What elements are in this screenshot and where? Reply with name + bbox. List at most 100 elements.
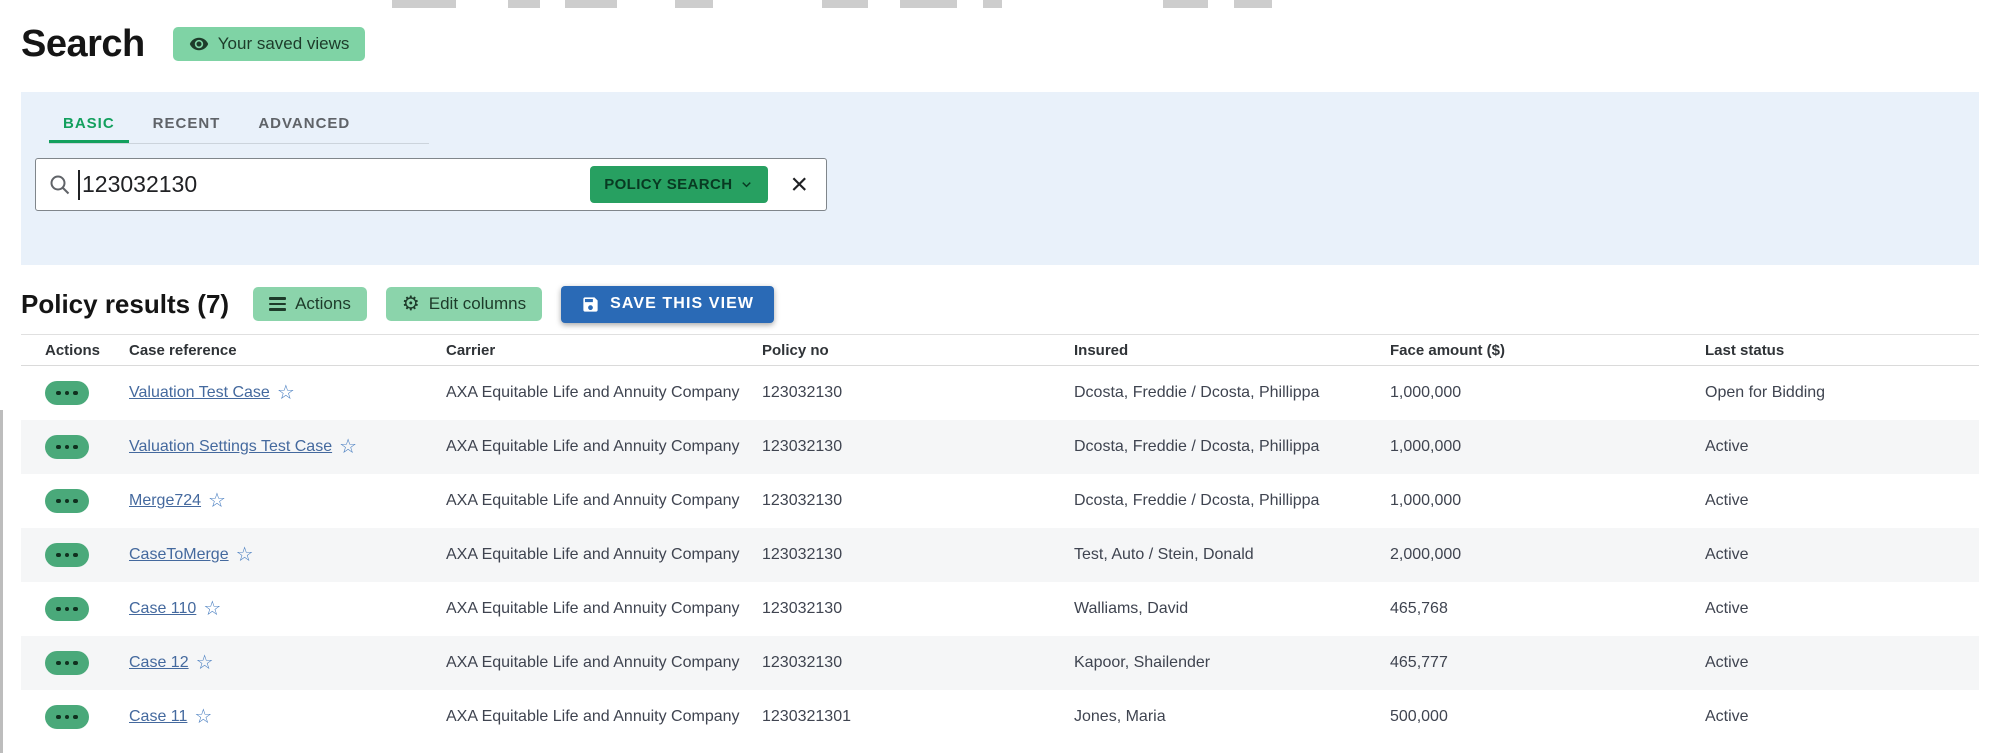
star-icon[interactable]: ☆ <box>194 707 212 727</box>
last-status-cell: Active <box>1705 438 1979 456</box>
browser-chrome-fragment <box>1163 0 1208 8</box>
column-header-face-amount: Face amount ($) <box>1390 342 1705 359</box>
star-icon[interactable]: ☆ <box>236 545 254 565</box>
close-icon: × <box>790 168 808 201</box>
carrier-cell: AXA Equitable Life and Annuity Company <box>446 384 762 402</box>
table-row: CaseToMerge ☆ AXA Equitable Life and Ann… <box>21 528 1979 582</box>
ellipsis-icon <box>56 607 61 612</box>
case-reference-link[interactable]: CaseToMerge <box>129 546 229 564</box>
tab-recent[interactable]: RECENT <box>139 104 235 143</box>
insured-cell: Kapoor, Shailender <box>1074 654 1390 672</box>
last-status-cell: Active <box>1705 600 1979 618</box>
gear-icon: ⚙ <box>402 294 420 314</box>
insured-cell: Dcosta, Freddie / Dcosta, Phillippa <box>1074 384 1390 402</box>
actions-button-label: Actions <box>295 294 351 314</box>
browser-chrome-fragment <box>675 0 713 8</box>
save-view-button[interactable]: SAVE THIS VIEW <box>561 286 774 323</box>
edit-columns-button[interactable]: ⚙ Edit columns <box>386 287 542 321</box>
clear-search-button[interactable]: × <box>790 170 808 200</box>
case-reference-cell: CaseToMerge ☆ <box>129 545 446 565</box>
star-icon[interactable]: ☆ <box>339 437 357 457</box>
case-reference-link[interactable]: Valuation Test Case <box>129 384 270 402</box>
page-header: Search Your saved views <box>21 20 1979 68</box>
column-header-actions: Actions <box>21 342 129 359</box>
star-icon[interactable]: ☆ <box>208 491 226 511</box>
browser-chrome-fragment <box>1234 0 1272 8</box>
eye-icon <box>189 34 209 54</box>
star-icon[interactable]: ☆ <box>203 599 221 619</box>
hamburger-icon <box>269 297 286 311</box>
case-reference-link[interactable]: Case 11 <box>129 708 187 726</box>
case-reference-cell: Valuation Settings Test Case ☆ <box>129 437 446 457</box>
chevron-down-icon <box>739 177 754 192</box>
row-actions-cell <box>21 651 129 675</box>
row-actions-button[interactable] <box>45 381 89 405</box>
results-bar: Policy results (7) Actions ⚙ Edit column… <box>21 283 1979 325</box>
row-actions-button[interactable] <box>45 705 89 729</box>
last-status-cell: Active <box>1705 708 1979 726</box>
ellipsis-icon <box>56 553 61 558</box>
case-reference-link[interactable]: Case 12 <box>129 654 189 672</box>
case-reference-link[interactable]: Case 110 <box>129 600 196 618</box>
carrier-cell: AXA Equitable Life and Annuity Company <box>446 438 762 456</box>
face-amount-cell: 1,000,000 <box>1390 438 1705 456</box>
policy-no-cell: 123032130 <box>762 600 1074 618</box>
case-reference-link[interactable]: Valuation Settings Test Case <box>129 438 332 456</box>
last-status-cell: Active <box>1705 654 1979 672</box>
ellipsis-icon <box>56 661 61 666</box>
row-actions-cell <box>21 705 129 729</box>
row-actions-button[interactable] <box>45 651 89 675</box>
row-actions-button[interactable] <box>45 489 89 513</box>
face-amount-cell: 1,000,000 <box>1390 384 1705 402</box>
row-actions-cell <box>21 597 129 621</box>
policy-no-cell: 123032130 <box>762 438 1074 456</box>
saved-views-button[interactable]: Your saved views <box>173 27 366 61</box>
search-input[interactable]: 123032130 POLICY SEARCH × <box>35 158 827 211</box>
search-tabs: BASIC RECENT ADVANCED <box>49 104 429 144</box>
carrier-cell: AXA Equitable Life and Annuity Company <box>446 708 762 726</box>
row-actions-cell <box>21 381 129 405</box>
row-actions-cell <box>21 435 129 459</box>
results-heading: Policy results (7) <box>21 289 229 320</box>
carrier-cell: AXA Equitable Life and Annuity Company <box>446 546 762 564</box>
face-amount-cell: 2,000,000 <box>1390 546 1705 564</box>
tab-advanced[interactable]: ADVANCED <box>244 104 364 143</box>
actions-button[interactable]: Actions <box>253 287 367 321</box>
table-row: Case 12 ☆ AXA Equitable Life and Annuity… <box>21 636 1979 690</box>
browser-chrome-fragment <box>983 0 1002 8</box>
table-row: Valuation Settings Test Case ☆ AXA Equit… <box>21 420 1979 474</box>
star-icon[interactable]: ☆ <box>196 653 214 673</box>
results-table: Actions Case reference Carrier Policy no… <box>21 334 1979 744</box>
policy-no-cell: 123032130 <box>762 654 1074 672</box>
policy-no-cell: 123032130 <box>762 546 1074 564</box>
column-header-carrier: Carrier <box>446 342 762 359</box>
page-title: Search <box>21 23 145 66</box>
column-header-last-status: Last status <box>1705 342 1979 359</box>
face-amount-cell: 465,768 <box>1390 600 1705 618</box>
row-actions-button[interactable] <box>45 435 89 459</box>
case-reference-link[interactable]: Merge724 <box>129 492 201 510</box>
policy-search-button[interactable]: POLICY SEARCH <box>590 166 768 203</box>
column-header-policy-no: Policy no <box>762 342 1074 359</box>
magnifier-icon <box>48 173 72 197</box>
table-row: Merge724 ☆ AXA Equitable Life and Annuit… <box>21 474 1979 528</box>
tab-basic[interactable]: BASIC <box>49 104 129 143</box>
insured-cell: Test, Auto / Stein, Donald <box>1074 546 1390 564</box>
table-header: Actions Case reference Carrier Policy no… <box>21 334 1979 366</box>
case-reference-cell: Valuation Test Case ☆ <box>129 383 446 403</box>
insured-cell: Jones, Maria <box>1074 708 1390 726</box>
row-actions-button[interactable] <box>45 597 89 621</box>
left-scrollbar-thumb[interactable] <box>0 410 3 753</box>
row-actions-button[interactable] <box>45 543 89 567</box>
case-reference-cell: Merge724 ☆ <box>129 491 446 511</box>
saved-views-label: Your saved views <box>218 34 350 54</box>
column-header-case-reference: Case reference <box>129 342 446 359</box>
tab-advanced-label: ADVANCED <box>258 115 350 132</box>
ellipsis-icon <box>56 445 61 450</box>
row-actions-cell <box>21 543 129 567</box>
carrier-cell: AXA Equitable Life and Annuity Company <box>446 492 762 510</box>
star-icon[interactable]: ☆ <box>277 383 295 403</box>
screen: Search Your saved views BASIC RECENT ADV… <box>0 0 2000 753</box>
face-amount-cell: 500,000 <box>1390 708 1705 726</box>
insured-cell: Dcosta, Freddie / Dcosta, Phillippa <box>1074 438 1390 456</box>
